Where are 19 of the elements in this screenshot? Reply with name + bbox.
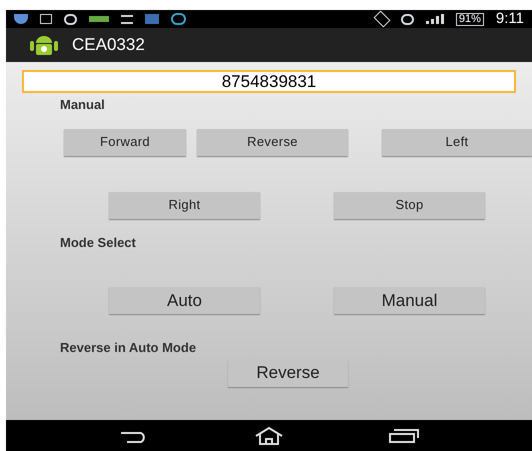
control-button[interactable]: Reverse xyxy=(197,128,348,156)
recent-apps-icon xyxy=(389,428,420,442)
control-button[interactable]: Right xyxy=(109,192,260,218)
section-label: Reverse in Auto Mode xyxy=(60,339,198,357)
control-button[interactable]: Left xyxy=(382,128,532,156)
battery-level: 91% xyxy=(456,12,484,26)
robot-icon xyxy=(30,35,58,55)
phone-number-field[interactable]: 8754839831 xyxy=(22,70,516,93)
control-button[interactable]: Reverse xyxy=(228,360,348,386)
control-button[interactable]: Manual xyxy=(334,287,485,314)
section-label: Mode Select xyxy=(60,234,137,252)
control-button[interactable]: Forward xyxy=(64,128,186,156)
app-title: CEA0332 xyxy=(72,34,145,56)
control-button[interactable]: Auto xyxy=(109,287,260,314)
control-button[interactable]: Stop xyxy=(334,192,485,218)
section-label: Manual xyxy=(60,96,106,114)
signal-icon xyxy=(426,14,444,24)
home-icon xyxy=(254,426,284,444)
clock-time: 9:11 xyxy=(496,8,524,29)
